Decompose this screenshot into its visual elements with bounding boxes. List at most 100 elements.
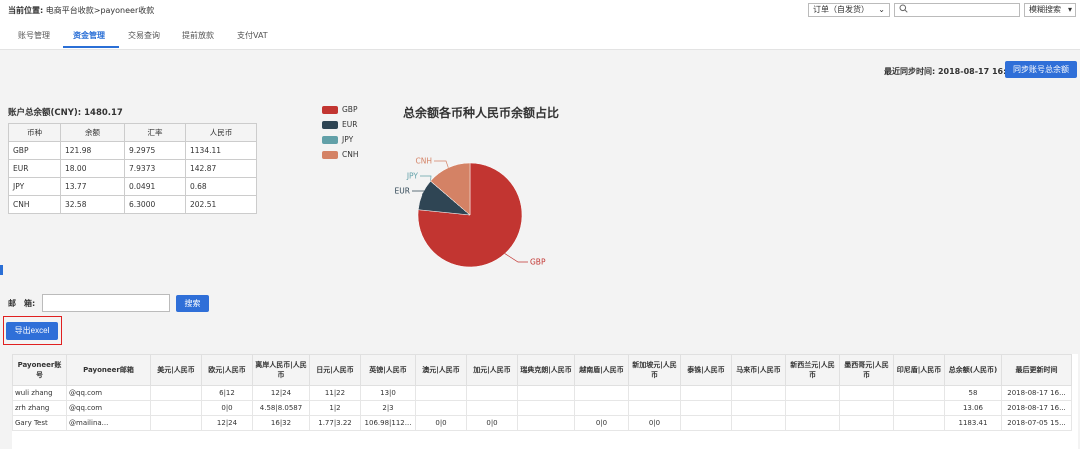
column-header: 加元|人民币: [466, 354, 518, 386]
order-type-value: 订单（自发货）: [813, 5, 869, 14]
email-label: 邮 箱:: [8, 299, 36, 308]
table-cell: @qq.com: [66, 385, 151, 401]
table-cell: 2018-07-05 15...: [1001, 415, 1072, 431]
fuzzy-search-value: 模糊搜索: [1029, 5, 1061, 14]
legend-swatch: [322, 121, 338, 129]
column-header: 新西兰元|人民币: [785, 354, 840, 386]
table-cell: 121.98: [60, 141, 125, 160]
table-cell: [785, 385, 840, 401]
table-cell: 12|24: [252, 385, 310, 401]
breadcrumb-path: 电商平台收款>payoneer收款: [45, 6, 155, 15]
table-cell: [628, 400, 681, 416]
table-cell: 2018-08-17 16...: [1001, 385, 1072, 401]
table-cell: @mailina...: [66, 415, 151, 431]
legend-label: JPY: [342, 135, 354, 144]
column-header: 印尼盾|人民币: [893, 354, 945, 386]
column-header: 最后更新时间: [1001, 354, 1072, 386]
column-header: 日元|人民币: [309, 354, 361, 386]
sidebar-toggle-handle[interactable]: [0, 265, 3, 275]
pie-label-line: [504, 253, 528, 263]
table-cell: [893, 415, 945, 431]
table-cell: wuli zhang: [12, 385, 67, 401]
top-bar: 当前位置: 电商平台收款>payoneer收款 订单（自发货） ⌄ 模糊搜索 ▾: [0, 0, 1080, 22]
legend-item-gbp[interactable]: GBP: [322, 104, 382, 116]
column-header: 离岸人民币|人民币: [252, 354, 310, 386]
fuzzy-search-select[interactable]: 模糊搜索 ▾: [1024, 3, 1076, 17]
table-cell: 13.77: [60, 177, 125, 196]
pie-label-line: [420, 175, 432, 182]
breadcrumb-label: 当前位置:: [8, 6, 44, 15]
table-row[interactable]: wuli zhang @qq.com 6|12 12|24 11|22 13|0 58 201…: [12, 385, 1072, 401]
table-cell: [680, 400, 732, 416]
column-header: 瑞典克朗|人民币: [517, 354, 575, 386]
legend-item-jpy[interactable]: JPY: [322, 134, 382, 146]
table-cell: EUR: [8, 159, 61, 178]
table-cell: [415, 400, 467, 416]
table-cell: 32.58: [60, 195, 125, 214]
email-field[interactable]: [42, 294, 170, 312]
table-cell: [150, 400, 202, 416]
tab-account-management[interactable]: 账号管理: [18, 30, 50, 41]
table-cell: [731, 415, 786, 431]
table-cell: 13.06: [944, 400, 1002, 416]
last-sync-time: 最近同步时间: 2018-08-17 16:59: [884, 67, 1018, 76]
column-header: 人民币: [185, 123, 257, 142]
search-button[interactable]: 搜索: [176, 295, 209, 312]
column-header: 英镑|人民币: [360, 354, 416, 386]
search-icon: [899, 4, 908, 15]
table-cell: 2|3: [360, 400, 416, 416]
tab-pay-vat[interactable]: 支付VAT: [237, 30, 268, 41]
legend-item-eur[interactable]: EUR: [322, 119, 382, 131]
table-cell: 6.3000: [124, 195, 186, 214]
table-cell: 202.51: [185, 195, 257, 214]
column-header: 总余额(人民币): [944, 354, 1002, 386]
column-header: 马来币|人民币: [731, 354, 786, 386]
table-row[interactable]: Gary Test @mailina... 12|24 16|32 1.77|3.22 1…: [12, 415, 1072, 431]
pie-label: CNH: [416, 157, 433, 166]
legend-item-cnh[interactable]: CNH: [322, 149, 382, 161]
total-balance: 账户总余额(CNY): 1480.17: [8, 108, 123, 118]
column-header: 币种: [8, 123, 61, 142]
table-cell: Gary Test: [12, 415, 67, 431]
table-cell: 106.98|112...: [360, 415, 416, 431]
order-type-select[interactable]: 订单（自发货） ⌄: [808, 3, 890, 17]
export-excel-button[interactable]: 导出excel: [6, 322, 58, 340]
table-cell: [680, 415, 732, 431]
table-cell: zrh zhang: [12, 400, 67, 416]
table-cell: [466, 385, 518, 401]
table-cell: [893, 400, 945, 416]
column-header: Payoneer账号: [12, 354, 67, 386]
table-row[interactable]: zrh zhang @qq.com 0|0 4.58|8.0587 1|2 2|3 13.0…: [12, 400, 1072, 416]
search-input[interactable]: [894, 3, 1020, 17]
table-cell: 1.77|3.22: [309, 415, 361, 431]
table-cell: GBP: [8, 141, 61, 160]
table-cell: 58: [944, 385, 1002, 401]
table-row: JPY 13.77 0.0491 0.68: [8, 177, 257, 196]
table-cell: [517, 415, 575, 431]
table-cell: 1|2: [309, 400, 361, 416]
currency-balance-table: 币种 余额 汇率 人民币 GBP 121.98 9.2975 1134.11 E…: [8, 123, 257, 214]
tab-transaction-query[interactable]: 交易查询: [128, 30, 160, 41]
table-row: GBP 121.98 9.2975 1134.11: [8, 141, 257, 160]
legend-label: CNH: [342, 150, 359, 159]
pie-label: GBP: [530, 258, 546, 267]
legend-swatch: [322, 136, 338, 144]
active-tab-indicator: [63, 46, 119, 48]
table-cell: [466, 400, 518, 416]
table-cell: 6|12: [201, 385, 253, 401]
tab-fund-management[interactable]: 资金管理: [73, 30, 105, 41]
chevron-down-icon: ▾: [1067, 5, 1072, 14]
table-cell: [517, 400, 575, 416]
pie-label: JPY: [406, 172, 419, 181]
tab-bar: 账号管理 资金管理 交易查询 提前放款 支付VAT: [0, 22, 1080, 50]
sync-balance-button[interactable]: 同步账号总余额: [1005, 61, 1077, 78]
column-header: 越南盾|人民币: [574, 354, 629, 386]
column-header: 澳元|人民币: [415, 354, 467, 386]
table-cell: @qq.com: [66, 400, 151, 416]
column-header: 余额: [60, 123, 125, 142]
column-header: 新加坡元|人民币: [628, 354, 681, 386]
tab-early-release[interactable]: 提前放款: [182, 30, 214, 41]
table-cell: [731, 400, 786, 416]
table-cell: 1183.41: [944, 415, 1002, 431]
table-cell: 13|0: [360, 385, 416, 401]
